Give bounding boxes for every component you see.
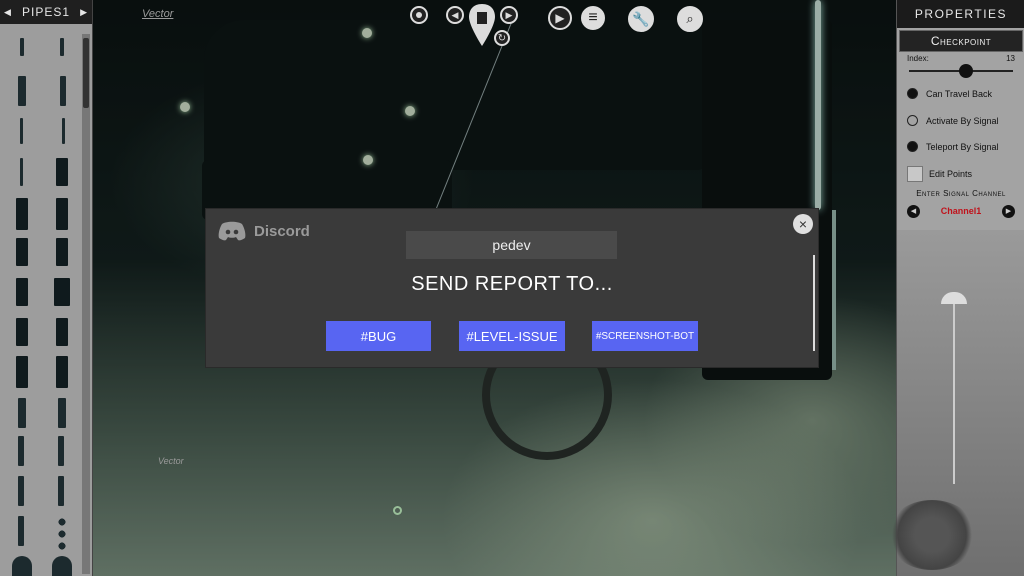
channel-value: Channel1 (940, 206, 982, 216)
menu-icon: ≡ (588, 9, 598, 26)
screenshot-bot-channel-button[interactable]: #SCREENSHOT-BOT (592, 321, 698, 351)
asset-tile[interactable] (16, 356, 28, 388)
target-icon (416, 12, 422, 18)
asset-tile[interactable] (56, 356, 68, 388)
bug-channel-button[interactable]: #BUG (326, 321, 431, 351)
asset-tile[interactable] (18, 516, 24, 546)
discord-label: Discord (254, 222, 310, 240)
section-title: Checkpoint (899, 30, 1023, 52)
lamp-pole (953, 304, 955, 484)
username-field[interactable]: pedev (406, 231, 617, 259)
checkpoint-preview (887, 230, 1024, 576)
option-label: Activate By Signal (926, 115, 999, 126)
dialog-scrollbar[interactable] (813, 255, 815, 351)
asset-tile[interactable] (56, 238, 68, 266)
target-tool-button[interactable] (410, 6, 428, 24)
prev-page-icon[interactable]: ◀ (4, 7, 12, 18)
asset-tile[interactable] (60, 38, 64, 56)
refresh-icon: ↻ (497, 32, 507, 44)
asset-scrollbar[interactable] (82, 34, 90, 574)
play-button[interactable]: ▶ (548, 6, 572, 30)
index-row: Index: 13 (907, 54, 1015, 63)
asset-tile[interactable] (60, 76, 66, 106)
blob-cluster (887, 500, 977, 570)
asset-tile[interactable] (56, 158, 68, 186)
asset-tile[interactable] (56, 198, 68, 230)
location-pin[interactable] (469, 4, 495, 46)
next-button[interactable]: ▶ (500, 6, 518, 24)
menu-button[interactable]: ≡ (581, 6, 605, 30)
option-label: Can Travel Back (926, 88, 993, 99)
index-slider[interactable] (909, 64, 1013, 78)
next-page-icon[interactable]: ▶ (80, 7, 88, 18)
edit-points-option[interactable]: Edit Points (907, 166, 972, 182)
asset-tile[interactable] (16, 238, 28, 266)
channel-selector: ◀ Channel1 ▶ (907, 204, 1015, 218)
index-label: Index: (907, 54, 929, 63)
lamp-icon (941, 292, 967, 304)
asset-tile[interactable] (12, 556, 32, 576)
option-label: Teleport By Signal (926, 141, 999, 152)
search-button[interactable]: ⌕ (677, 6, 703, 32)
wrench-button[interactable]: 🔧 (628, 6, 654, 32)
asset-tile[interactable] (54, 278, 70, 306)
option-label: Edit Points (929, 169, 973, 179)
search-icon: ⌕ (686, 11, 694, 26)
activate-by-signal-option[interactable]: Activate By Signal (907, 115, 999, 126)
index-value: 13 (1006, 54, 1015, 63)
close-icon: × (798, 216, 808, 232)
play-icon: ▶ (555, 11, 565, 25)
chevron-left-icon[interactable]: ◀ (907, 204, 920, 218)
scrollbar-thumb[interactable] (83, 38, 89, 108)
close-button[interactable]: × (793, 214, 813, 234)
asset-tile[interactable] (52, 556, 72, 576)
asset-tile[interactable] (20, 38, 24, 56)
asset-tile[interactable] (58, 398, 66, 428)
asset-tile[interactable] (58, 476, 64, 506)
teleport-by-signal-option[interactable]: Teleport By Signal (907, 141, 999, 152)
discord-icon (218, 221, 246, 241)
checkbox-icon (907, 166, 923, 182)
asset-tile[interactable] (16, 278, 28, 306)
asset-panel-header: ◀ PIPES1 ▶ (0, 0, 92, 24)
asset-panel-title: PIPES1 (21, 5, 71, 19)
radio-icon (907, 141, 918, 152)
index-slider-knob[interactable] (959, 64, 974, 78)
asset-tile[interactable] (18, 76, 26, 106)
signal-channel-label: Enter Signal Channel (916, 189, 1006, 198)
prev-button[interactable]: ◀ (446, 6, 464, 24)
asset-tile[interactable] (18, 436, 24, 466)
wrench-icon: 🔧 (632, 10, 650, 27)
report-dialog: Discord pedev SEND REPORT TO... #BUG #LE… (206, 209, 818, 367)
left-asset-panel: ◀ PIPES1 ▶ (0, 0, 93, 576)
chevron-left-icon: ◀ (451, 9, 459, 20)
level-issue-channel-button[interactable]: #LEVEL-ISSUE (459, 321, 565, 351)
dialog-title: SEND REPORT TO... (411, 273, 613, 295)
asset-tile[interactable] (62, 118, 65, 144)
asset-tile[interactable] (20, 158, 23, 186)
asset-tile[interactable] (56, 516, 68, 550)
properties-title: PROPERTIES (897, 0, 1024, 28)
map-pin-icon (469, 4, 495, 46)
asset-tile[interactable] (56, 318, 68, 346)
asset-tile[interactable] (20, 118, 23, 144)
asset-tile[interactable] (16, 318, 28, 346)
asset-tile[interactable] (58, 436, 64, 466)
asset-tile[interactable] (18, 398, 26, 428)
discord-brand: Discord (218, 221, 310, 241)
properties-panel: PROPERTIES Checkpoint Index: 13 Can Trav… (887, 0, 1024, 576)
refresh-button[interactable]: ↻ (494, 30, 510, 46)
chevron-right-icon: ▶ (505, 9, 513, 20)
asset-tile[interactable] (16, 198, 28, 230)
radio-icon (907, 88, 918, 99)
can-travel-back-option[interactable]: Can Travel Back (907, 88, 992, 99)
chevron-right-icon[interactable]: ▶ (1001, 204, 1015, 218)
radio-icon (907, 115, 918, 126)
asset-tile[interactable] (18, 476, 24, 506)
